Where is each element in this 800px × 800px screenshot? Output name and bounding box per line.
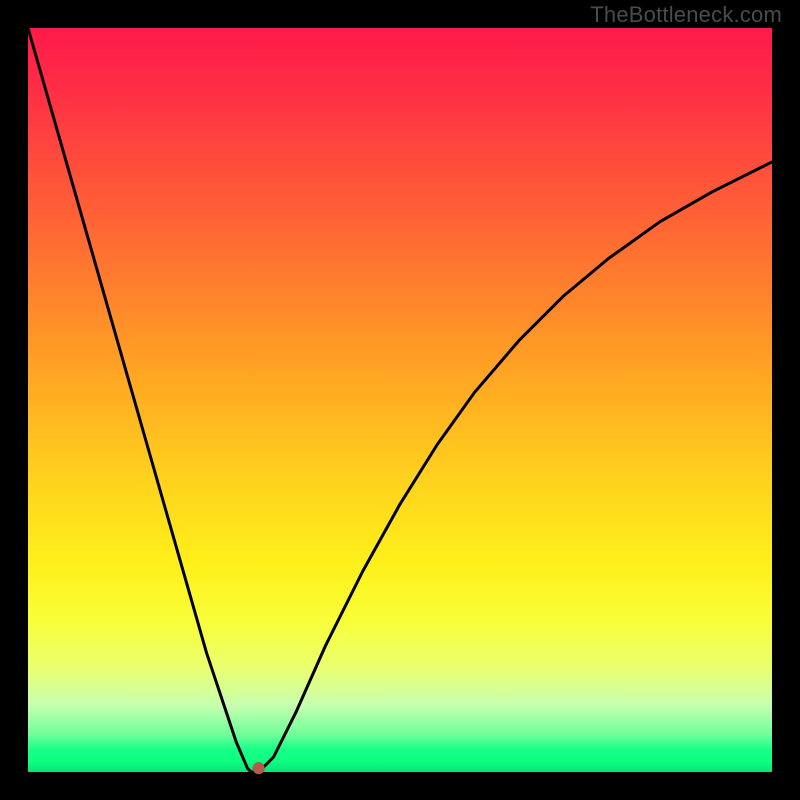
bottleneck-curve [28,28,772,772]
plot-area [28,28,772,772]
chart-svg [28,28,772,772]
chart-frame: TheBottleneck.com [0,0,800,800]
watermark-text: TheBottleneck.com [590,2,782,28]
optimal-point-marker [253,762,265,774]
